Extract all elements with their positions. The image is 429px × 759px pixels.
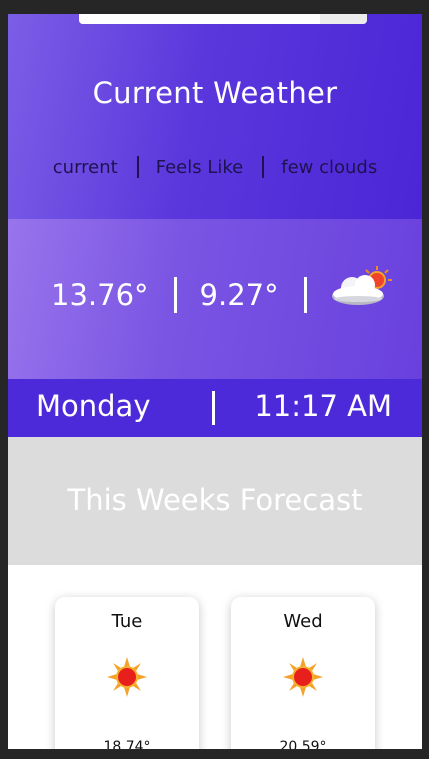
current-values-row: 13.76° 9.27° — [8, 266, 422, 313]
forecast-card-tue: Tue 18.74° — [55, 597, 199, 749]
weather-app: Current Weather current Feels Like few c… — [8, 14, 422, 749]
label-current: current — [52, 156, 118, 178]
forecast-temp: 20.59° — [279, 739, 327, 749]
divider — [303, 277, 307, 313]
day-name: Monday — [36, 389, 151, 423]
divider — [173, 277, 177, 313]
divider — [262, 156, 265, 178]
current-weather-title: Current Weather — [92, 76, 338, 110]
divider — [136, 156, 139, 178]
search-bar — [79, 14, 367, 24]
forecast-title: This Weeks Forecast — [67, 483, 363, 517]
current-weather-section: Current Weather current Feels Like few c… — [8, 14, 422, 219]
forecast-cards: Tue 18.74° Wed 20.59° — [8, 565, 422, 749]
label-feels-like: Feels Like — [155, 156, 244, 178]
feels-like-temp: 9.27° — [199, 278, 279, 312]
forecast-day-name: Tue — [111, 611, 143, 632]
day-time-bar: Monday 11:17 AM — [8, 379, 422, 437]
few-clouds-icon — [330, 266, 392, 306]
divider — [212, 391, 215, 425]
current-temp: 13.76° — [51, 278, 149, 312]
current-labels-row: current Feels Like few clouds — [8, 156, 422, 178]
label-description: few clouds — [281, 156, 378, 178]
forecast-temp: 18.74° — [103, 739, 151, 749]
search-input[interactable] — [79, 14, 320, 24]
sun-icon — [283, 657, 323, 697]
current-values-section: 13.76° 9.27° — [8, 219, 422, 379]
forecast-card-wed: Wed 20.59° — [231, 597, 375, 749]
forecast-day-name: Wed — [283, 611, 323, 632]
current-time: 11:17 AM — [254, 389, 392, 423]
search-button[interactable] — [320, 14, 367, 24]
forecast-header: This Weeks Forecast — [8, 437, 422, 565]
sun-icon — [107, 657, 147, 697]
